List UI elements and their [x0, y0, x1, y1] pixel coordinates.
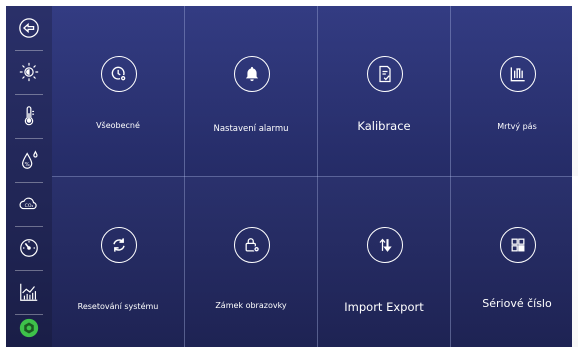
tile-label: Nastavení alarmu — [213, 124, 289, 134]
sidebar-item-humidity[interactable]: % — [6, 140, 52, 180]
sidebar-item-chart[interactable] — [6, 272, 52, 312]
sidebar-item-temperature[interactable] — [6, 96, 52, 136]
clock-gear-icon — [101, 56, 137, 92]
tile-dead-band[interactable]: Mrtvý pás — [451, 6, 578, 176]
humidity-icon: % — [21, 150, 38, 169]
grid-divider — [52, 176, 572, 177]
app-window: % CO₂ Všeobecné Nastavení alarmu Kalibra… — [6, 6, 578, 347]
tile-alarm-settings[interactable]: Nastavení alarmu — [185, 6, 317, 176]
back-arrow-icon — [19, 18, 39, 38]
sidebar-divider — [15, 50, 43, 51]
tile-label: Resetování systému — [77, 302, 159, 311]
svg-text:%: % — [25, 162, 30, 168]
dead-band-icon — [500, 56, 536, 92]
calibration-doc-icon — [367, 56, 403, 92]
tile-label: Všeobecné — [96, 121, 140, 130]
tile-calibration[interactable]: Kalibrace — [318, 6, 450, 176]
sidebar-divider — [15, 270, 43, 271]
tile-general[interactable]: Všeobecné — [52, 6, 184, 176]
tile-import-export[interactable]: Import Export — [318, 177, 450, 347]
sun-brightness-icon — [19, 62, 39, 82]
tile-label: Zámek obrazovky — [215, 301, 287, 310]
tile-system-reset[interactable]: Resetování systému — [52, 177, 184, 347]
tile-screen-lock[interactable]: Zámek obrazovky — [185, 177, 317, 347]
sidebar-item-pressure[interactable] — [6, 228, 52, 268]
import-export-icon — [367, 227, 403, 263]
tile-serial-number[interactable]: Sériové číslo — [451, 177, 578, 347]
co2-cloud-icon: CO₂ — [19, 197, 37, 209]
alarm-bell-icon — [234, 56, 270, 92]
settings-grid: Všeobecné Nastavení alarmu Kalibrace Mrt… — [52, 6, 578, 347]
chart-icon — [20, 283, 38, 301]
sidebar-divider — [15, 182, 43, 183]
sidebar-divider — [15, 94, 43, 95]
sidebar-item-settings[interactable] — [6, 308, 52, 348]
sidebar-divider — [15, 226, 43, 227]
back-button[interactable] — [6, 8, 52, 48]
thermometer-icon — [24, 106, 35, 126]
tile-label: Mrtvý pás — [497, 122, 537, 131]
sidebar-item-co2[interactable]: CO₂ — [6, 184, 52, 224]
sidebar: % CO₂ — [6, 6, 52, 347]
serial-grid-icon — [500, 227, 536, 263]
tile-label: Kalibrace — [357, 119, 411, 133]
lock-gear-icon — [234, 227, 270, 263]
svg-text:CO₂: CO₂ — [25, 203, 34, 209]
tile-label: Sériové číslo — [482, 297, 552, 310]
sidebar-item-brightness[interactable] — [6, 52, 52, 92]
sidebar-divider — [15, 138, 43, 139]
tile-label: Import Export — [344, 300, 424, 314]
settings-hexagon-icon — [19, 318, 39, 338]
reset-arrows-icon — [101, 227, 137, 263]
gauge-icon — [20, 239, 38, 257]
